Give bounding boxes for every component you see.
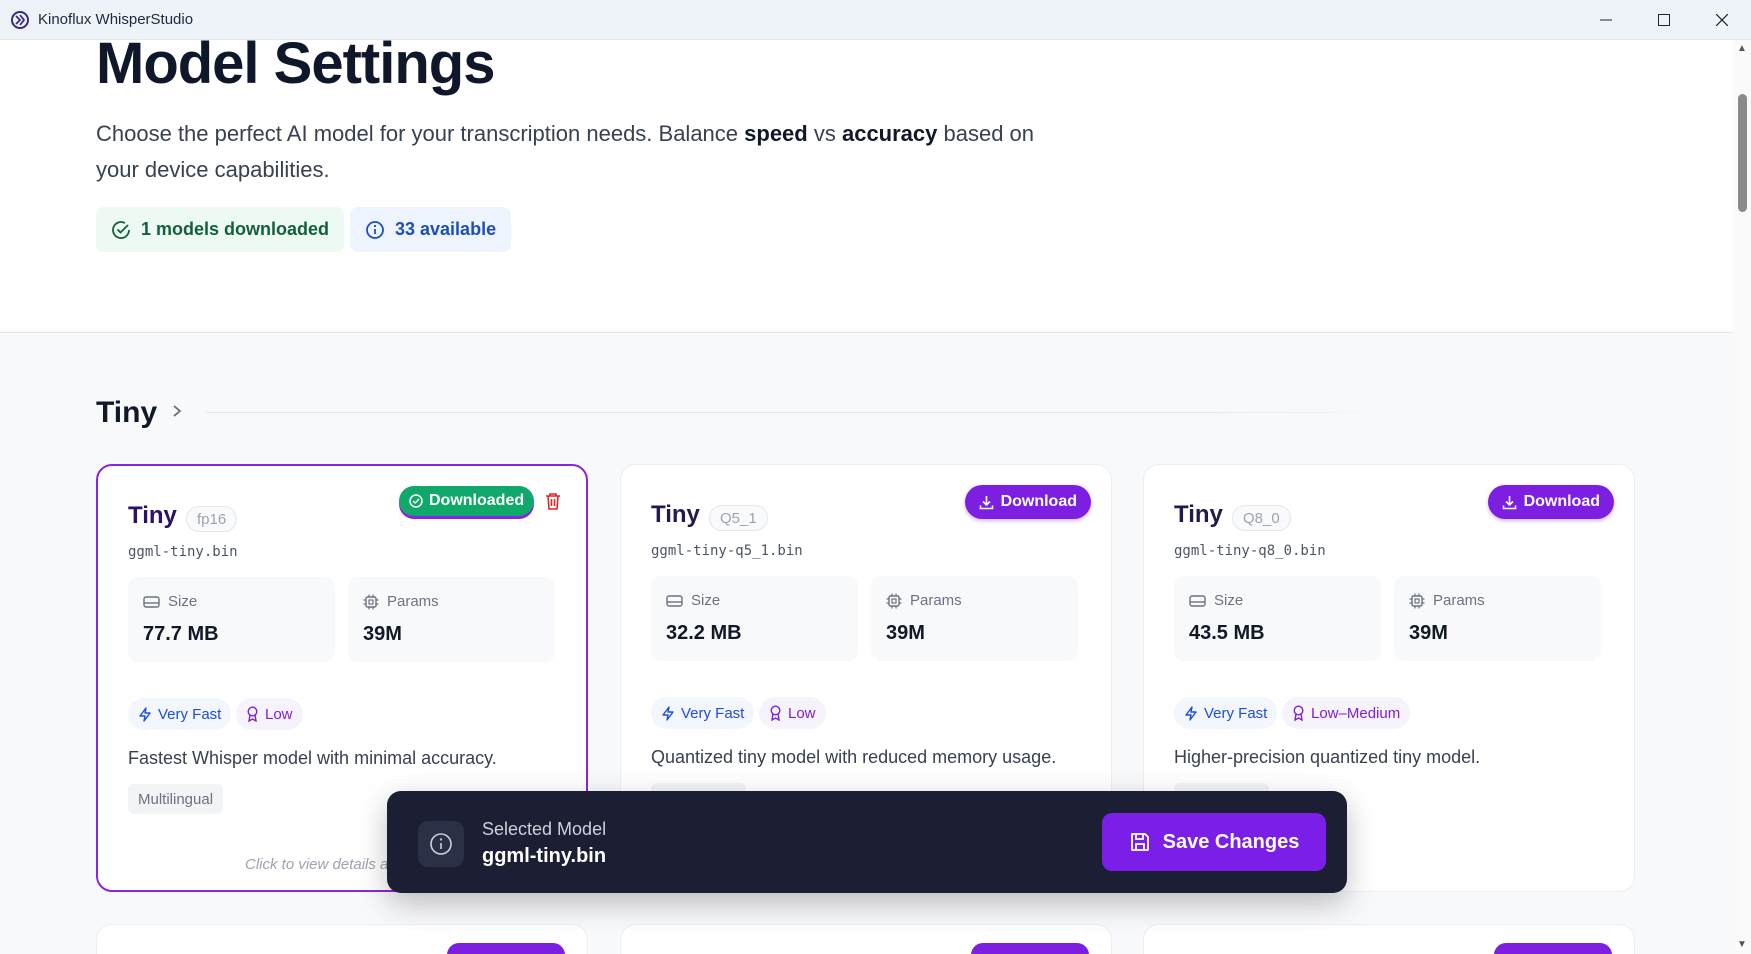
section-divider (206, 412, 1391, 413)
available-count-badge: 33 available (350, 207, 512, 252)
maximize-icon (1658, 14, 1670, 26)
speed-pill: Very Fast (651, 697, 755, 729)
size-stat: Size 43.5 MB (1174, 576, 1381, 661)
model-filename: ggml-tiny-q8_0.bin (1174, 543, 1326, 559)
size-stat: Size 32.2 MB (651, 576, 858, 661)
save-icon (1130, 833, 1149, 851)
hard-drive-icon (666, 594, 683, 607)
details-hint: Click to view details a (245, 856, 389, 873)
speed-pill: Very Fast (128, 698, 232, 730)
model-description: Higher-precision quantized tiny model. (1174, 747, 1481, 767)
params-value: 39M (363, 623, 402, 645)
section-title: Tiny (96, 396, 158, 429)
model-description: Quantized tiny model with reduced memory… (651, 747, 1057, 767)
hard-drive-icon (1189, 594, 1206, 607)
size-stat: Size 77.7 MB (128, 577, 335, 662)
close-button[interactable] (1693, 0, 1751, 40)
model-filename: ggml-tiny.bin (128, 544, 238, 560)
info-icon (366, 220, 384, 239)
scroll-thumb[interactable] (1738, 94, 1747, 212)
chevron-right-icon (171, 404, 183, 423)
download-icon (1502, 495, 1516, 509)
award-icon (1293, 705, 1304, 721)
accuracy-pill: Low–Medium (1282, 697, 1411, 729)
speed-pill: Very Fast (1174, 697, 1278, 729)
scroll-down-arrow-icon[interactable]: ▼ (1737, 940, 1747, 950)
model-card[interactable] (96, 924, 588, 954)
cpu-icon (886, 593, 902, 608)
info-icon (418, 821, 464, 867)
model-name: Tiny (128, 502, 177, 529)
section-header-tiny[interactable]: Tiny (96, 396, 183, 430)
quantization-tag: fp16 (186, 506, 238, 532)
params-value: 39M (1409, 622, 1448, 644)
award-icon (770, 705, 781, 721)
params-stat: Params 39M (871, 576, 1078, 661)
quantization-tag: Q8_0 (1232, 505, 1291, 531)
accuracy-pill: Low (236, 698, 303, 730)
hard-drive-icon (143, 595, 160, 608)
page-header: Model Settings Choose the perfect AI mod… (0, 40, 1733, 333)
title-bar: Kinoflux WhisperStudio (0, 0, 1751, 40)
params-value: 39M (886, 622, 925, 644)
page-subtitle: Choose the perfect AI model for your tra… (96, 121, 1035, 182)
model-filename: ggml-tiny-q5_1.bin (651, 543, 803, 559)
model-name: Tiny (1174, 501, 1223, 528)
model-card[interactable] (620, 924, 1112, 954)
accuracy-pill: Low (759, 697, 826, 729)
downloaded-count-badge: 1 models downloaded (96, 207, 345, 252)
page-title: Model Settings (96, 40, 495, 96)
trash-icon (546, 493, 560, 510)
selected-model-label: Selected Model (482, 819, 607, 839)
card-action-button[interactable] (971, 943, 1089, 954)
model-description: Fastest Whisper model with minimal accur… (128, 748, 497, 768)
save-changes-button[interactable]: Save Changes (1102, 813, 1326, 871)
app-logo-icon (10, 10, 30, 30)
window-controls (1577, 0, 1751, 40)
cpu-icon (363, 594, 379, 609)
card-action-button[interactable] (447, 943, 565, 954)
quantization-tag: Q5_1 (709, 505, 768, 531)
cpu-icon (1409, 593, 1425, 608)
size-value: 32.2 MB (666, 622, 742, 644)
check-circle-icon (409, 494, 423, 508)
check-circle-icon (112, 220, 130, 239)
selected-model-bar: Selected Model ggml-tiny.bin Save Change… (387, 791, 1347, 893)
window-title: Kinoflux WhisperStudio (38, 11, 194, 28)
minimize-icon (1600, 19, 1612, 21)
lightning-icon (662, 705, 674, 721)
size-value: 77.7 MB (143, 623, 219, 645)
language-tag: Multilingual (128, 784, 224, 814)
download-icon (979, 495, 993, 509)
minimize-button[interactable] (1577, 0, 1635, 40)
params-stat: Params 39M (348, 577, 555, 662)
award-icon (247, 706, 258, 722)
lightning-icon (139, 706, 151, 722)
delete-model-button[interactable] (542, 490, 564, 512)
size-value: 43.5 MB (1189, 622, 1265, 644)
model-name: Tiny (651, 501, 700, 528)
maximize-button[interactable] (1635, 0, 1693, 40)
card-action-button[interactable] (1494, 943, 1612, 954)
model-card[interactable] (1143, 924, 1635, 954)
vertical-scrollbar[interactable]: ▲ ▼ (1733, 40, 1751, 954)
download-button[interactable]: Download (964, 485, 1091, 519)
lightning-icon (1185, 705, 1197, 721)
download-button[interactable]: Download (1487, 485, 1614, 519)
params-stat: Params 39M (1394, 576, 1601, 661)
downloaded-badge: Downloaded (399, 486, 535, 516)
scroll-up-arrow-icon[interactable]: ▲ (1737, 44, 1747, 54)
close-icon (1716, 14, 1728, 26)
selected-model-value: ggml-tiny.bin (482, 845, 607, 867)
